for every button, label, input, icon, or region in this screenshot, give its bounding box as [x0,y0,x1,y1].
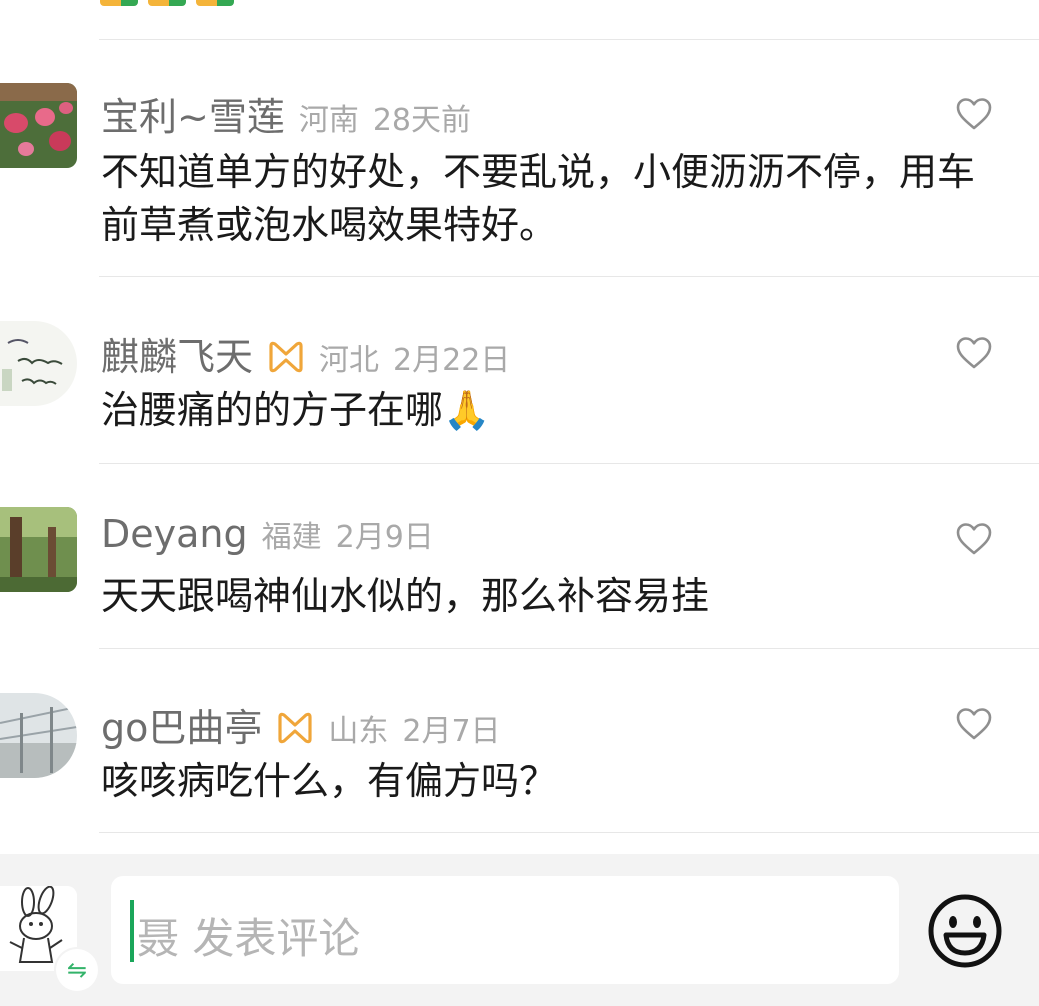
comment-time: 2月22日 [393,343,511,378]
like-button[interactable] [955,522,993,556]
comment-text: 天天跟喝神仙水似的，那么补容易挂 [101,574,710,618]
commenter-region: 福建 [261,520,322,555]
heart-outline-icon [956,708,992,740]
thumbs-up-emoji-icon [196,0,234,6]
comment-time: 2月7日 [402,714,501,749]
vip-badge-icon [269,341,303,373]
comment-divider [99,648,1039,649]
text-caret [130,900,134,962]
comment-divider [99,463,1039,464]
heart-outline-icon [956,523,992,555]
commenter-region: 河南 [298,103,359,138]
comment-divider [99,39,1039,40]
like-button[interactable] [955,336,993,370]
like-button[interactable] [955,707,993,741]
avatar[interactable] [0,507,77,592]
commenter-name[interactable]: Deyang [101,512,248,556]
emoji-smile-icon [928,894,1002,968]
commenter-name[interactable]: 宝利~雪莲 [101,86,285,141]
comment-text: 治腰痛的的方子在哪🙏 [101,388,491,432]
emoji-button[interactable] [926,892,1004,970]
comment-divider [99,276,1039,277]
commenter-name[interactable]: 麒麟飞天 [101,326,253,381]
comment-divider [99,832,1039,833]
comment-time: 28天前 [372,103,472,138]
commenter-name[interactable]: go巴曲亭 [101,697,262,752]
vip-badge-icon [278,712,312,744]
heart-outline-icon [956,337,992,369]
commenter-region: 山东 [328,714,389,749]
comment-input[interactable]: 聂 发表评论 [111,876,899,984]
commenter-region: 河北 [319,343,380,378]
comment-input-placeholder: 聂 发表评论 [137,914,361,963]
avatar[interactable] [0,321,77,406]
avatar[interactable] [0,83,77,168]
previous-comment-emoji-tail [100,0,234,6]
comment-composer-bar: ⇋ 聂 发表评论 [0,854,1039,1006]
avatar[interactable] [0,693,77,778]
like-button[interactable] [955,97,993,131]
comment-text: 咳咳病吃什么，有偏方吗？ [101,759,558,803]
thumbs-up-emoji-icon [148,0,186,6]
thumbs-up-emoji-icon [100,0,138,6]
comment-time: 2月9日 [335,520,434,555]
switch-account-icon[interactable]: ⇋ [56,949,98,991]
heart-outline-icon [956,98,992,130]
comment-text: 不知道单方的好处，不要乱说，小便沥沥不停，用车前草煮或泡水喝效果特好。 [101,150,976,247]
